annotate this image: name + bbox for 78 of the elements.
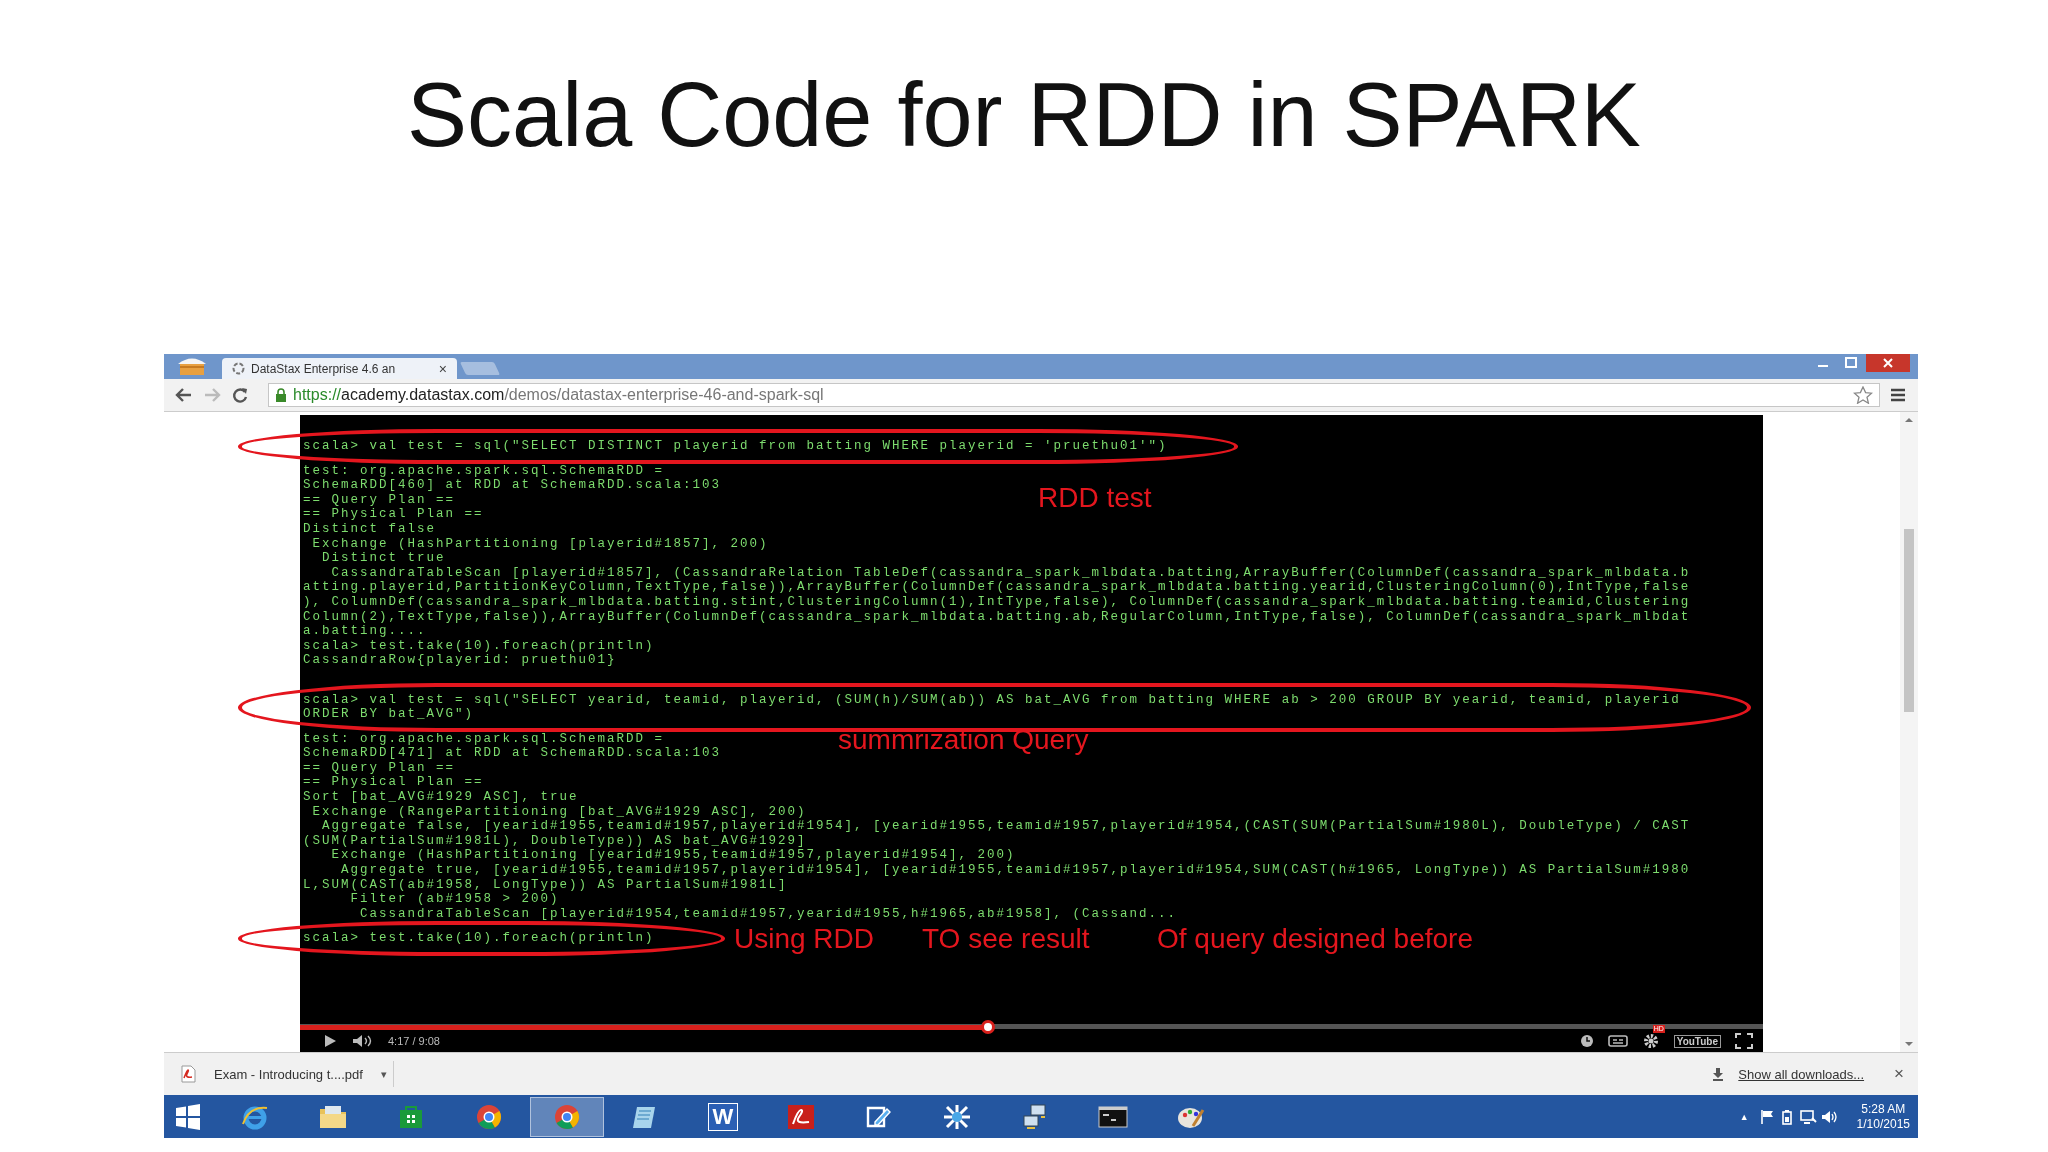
terminal-line: scala> test.take(10).foreach(println) — [303, 638, 655, 654]
taskbar-button[interactable]: W — [686, 1096, 760, 1137]
video-logo[interactable]: YouTube — [1673, 1034, 1721, 1048]
scroll-thumb[interactable] — [1904, 529, 1914, 712]
terminal-line: Filter (ab#1958 > 200) — [349, 892, 560, 907]
terminal-line: Exchange (RangePartitioning [bat_AVG#1929 ASC], 200) — [311, 804, 807, 820]
terminal-line: Exchange (HashPartitioning [yearid#1955,teamid#1957,playerid#1954], 200) — [330, 848, 1016, 864]
address-field[interactable]: https://academy.datastax.com/demos/datastax-enterprise-46-and-spark-sql — [268, 383, 1880, 407]
menu-icon[interactable] — [1888, 386, 1908, 404]
scroll-up-icon[interactable] — [1904, 416, 1914, 424]
terminal-line: == Query Plan == — [303, 492, 456, 508]
video-time: 4:17 / 9:08 — [388, 1035, 440, 1047]
scroll-down-icon[interactable] — [1904, 1040, 1914, 1048]
reload-icon[interactable] — [230, 386, 250, 404]
fullscreen-icon[interactable] — [1735, 1033, 1753, 1049]
close-downloads-button[interactable]: × — [1894, 1064, 1904, 1084]
terminal-line: == Query Plan == — [303, 760, 456, 776]
tab-title: DataStax Enterprise 4.6 an — [251, 361, 396, 376]
back-icon[interactable] — [174, 386, 194, 404]
document-icon: W — [708, 1102, 738, 1131]
download-icon — [1712, 1067, 1725, 1081]
terminal-line: ORDER BY bat_AVG") — [303, 707, 475, 722]
annotation-text: Of query designed before — [1157, 923, 1473, 955]
terminal-line: Distinct false — [303, 521, 437, 537]
terminal-line: CassandraRow{playerid: pruethu01} — [303, 653, 617, 668]
clock-date: 1/10/2015 — [1856, 1116, 1910, 1132]
terminal-line: CassandraTableScan [playerid#1857], (CassandraRelation TableDef(cassandra_spark_mlbdata.batting,ArrayBuffer(ColumnDef(cassandra_spark_mlbdata.b — [330, 565, 1691, 581]
url-text: https://academy.datastax.com/demos/datastax-enterprise-46-and-spark-sql — [293, 386, 824, 404]
slide-title: Scala Code for RDD in SPARK — [407, 64, 1641, 167]
clock-time: 5:28 AM — [1861, 1101, 1906, 1117]
terminal-line: SchemaRDD[471] at RDD at SchemaRDD.scala:103 — [303, 746, 722, 761]
star-icon[interactable] — [1853, 386, 1873, 404]
clock-icon[interactable] — [1579, 1034, 1594, 1048]
volume-icon[interactable] — [352, 1034, 374, 1048]
terminal-line: Exchange (HashPartitioning [playerid#1857], 200) — [311, 536, 769, 552]
terminal-line: ), ColumnDef(cassandra_spark_mlbdata.batting.stint,ClusteringColumn(1),IntType,false), ColumnDef(cassandra_spark_mlbdata.batting.teamid,Clustering — [303, 594, 1691, 610]
download-item[interactable]: Exam - Introducing t....pdf ▾ — [174, 1061, 394, 1087]
terminal-line: SchemaRDD[460] at RDD at SchemaRDD.scala:103 — [303, 478, 722, 493]
windows-start-icon[interactable] — [174, 1102, 202, 1131]
terminal-line: scala> val test = sql("SELECT DISTINCT playerid from batting WHERE playerid = 'pruethu01'") — [303, 439, 1168, 454]
show-all-downloads-link[interactable]: Show all downloads... — [1738, 1066, 1865, 1082]
terminal-line: scala> test.take(10).foreach(println) — [303, 931, 655, 946]
terminal-line: Sort [bat_AVG#1929 ASC], true — [303, 790, 579, 805]
terminal-line: test: org.apache.spark.sql.SchemaRDD = — [303, 731, 665, 747]
network-status-icon[interactable] — [1798, 1108, 1817, 1125]
captions-icon[interactable] — [1607, 1034, 1628, 1048]
tab-close-button[interactable]: × — [438, 360, 447, 377]
terminal-line: == Physical Plan == — [303, 775, 484, 791]
terminal-line: atting.playerid,PartitionKeyColumn,TextType,false)),ArrayBuffer(ColumnDef(cassandra_spark_mlbdata.batting.yearid,ClusteringColumn(0),IntType,false — [303, 580, 1691, 595]
terminal-line: a.batting.... — [303, 624, 427, 639]
terminal-line: == Physical Plan == — [303, 507, 484, 522]
terminal-line: (SUM(PartialSum#1981L), DoubleType)) AS bat_AVG#1929] — [303, 833, 807, 849]
terminal-line: Aggregate true, [yearid#1955,teamid#1957,playerid#1954], [yearid#1955,teamid#1957,playerid#1954,SUM(CAST(h#1965, LongType)) AS PartialSum#1980 — [340, 863, 1691, 878]
annotation-text: Using RDD — [734, 923, 875, 955]
terminal-line: L,SUM(CAST(ab#1958, LongType)) AS PartialSum#1981L] — [303, 877, 788, 893]
video-frame[interactable] — [300, 415, 1763, 1052]
terminal-line: Column(2),TextType,false)),ArrayBuffer(ColumnDef(cassandra_spark_mlbdata.batting.ab,RegularColumn,IntType,false), ColumnDef(cassandra_spark_mlbdat — [303, 609, 1691, 625]
scrollbar[interactable] — [1900, 412, 1918, 1052]
download-filename: Exam - Introducing t....pdf — [214, 1066, 363, 1082]
terminal-line: Distinct true — [321, 551, 446, 566]
terminal-line: scala> val test = sql("SELECT yearid, teamid, playerid, (SUM(h)/SUM(ab)) AS bat_AVG from batting WHERE ab > 200 GROUP BY yearid, teamid, playerid — [303, 692, 1681, 708]
speaker-icon[interactable] — [1820, 1108, 1839, 1125]
favicon-icon — [232, 362, 245, 375]
terminal-line: Aggregate false, [yearid#1955,teamid#1957,playerid#1954], [yearid#1955,teamid#1957,playerid#1954,(CAST(SUM(PartialSum#1980L), DoubleType) / CAST — [321, 819, 1691, 834]
annotation-text: RDD test — [1038, 482, 1152, 514]
progress-handle[interactable] — [980, 1020, 995, 1034]
close-button[interactable] — [1866, 354, 1910, 372]
terminal-line: CassandraTableScan [playerid#1954,teamid#1957,yearid#1955,h#1965,ab#1958], (Cassand... — [359, 906, 1178, 922]
browser-tab[interactable]: DataStax Enterprise 4.6 an × — [222, 358, 457, 379]
annotation-text: TO see result — [922, 923, 1090, 955]
tray-expand-button[interactable]: ▲ — [1739, 1111, 1749, 1122]
terminal-line: test: org.apache.spark.sql.SchemaRDD = — [303, 463, 665, 479]
pdf-icon — [180, 1065, 196, 1083]
download-menu-button[interactable]: ▾ — [380, 1067, 387, 1081]
lock-icon — [275, 388, 287, 402]
flag-icon[interactable] — [1758, 1108, 1775, 1125]
settings-icon[interactable] — [1641, 1032, 1660, 1050]
annotation-text: summrization Query — [838, 724, 1089, 756]
